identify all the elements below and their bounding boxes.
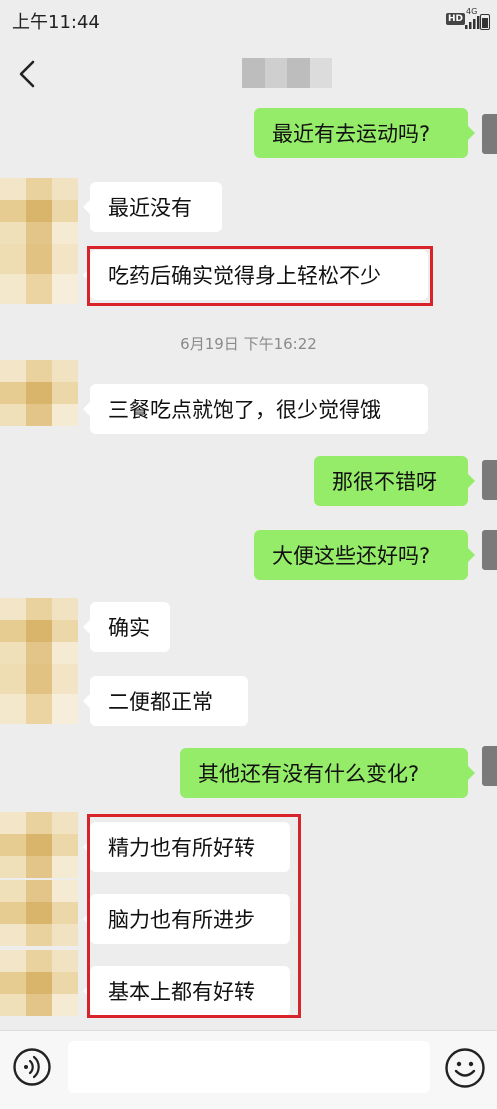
voice-icon[interactable]	[12, 1047, 52, 1087]
battery-icon	[480, 14, 490, 30]
avatar-contact[interactable]	[0, 950, 78, 1016]
message-input[interactable]	[68, 1041, 430, 1093]
avatar-contact[interactable]	[0, 598, 78, 664]
avatar-contact[interactable]	[0, 880, 78, 946]
highlight-box	[87, 814, 301, 1018]
avatar-contact[interactable]	[0, 664, 78, 724]
avatar-self[interactable]	[482, 746, 497, 786]
avatar-contact[interactable]	[0, 812, 78, 878]
message-bubble-outgoing[interactable]: 那很不错呀	[314, 456, 475, 506]
message-bubble-incoming[interactable]: 三餐吃点就饱了，很少觉得饿	[83, 384, 428, 434]
avatar-contact[interactable]	[0, 360, 78, 426]
avatar-self[interactable]	[482, 530, 497, 570]
hd-badge: HD	[446, 13, 466, 25]
message-timestamp: 6月19日 下午16:22	[180, 335, 317, 353]
emoji-icon[interactable]	[444, 1047, 486, 1089]
avatar-contact[interactable]	[0, 244, 78, 304]
message-bubble-outgoing[interactable]: 其他还有没有什么变化?	[180, 748, 475, 798]
chat-header	[0, 44, 497, 104]
avatar-contact[interactable]	[0, 178, 78, 244]
message-bubble-incoming[interactable]: 最近没有	[83, 182, 222, 232]
contact-name-blurred	[242, 58, 332, 88]
message-bubble-incoming[interactable]: 二便都正常	[83, 676, 248, 726]
signal-icon	[465, 16, 480, 29]
message-bubble-outgoing[interactable]: 最近有去运动吗?	[254, 108, 475, 158]
message-bubble-incoming[interactable]: 确实	[83, 602, 170, 652]
message-bubble-outgoing[interactable]: 大便这些还好吗?	[254, 530, 475, 580]
avatar-self[interactable]	[482, 114, 497, 154]
avatar-self[interactable]	[482, 460, 497, 500]
input-bar	[0, 1030, 497, 1109]
status-bar: 上午11:44 HD 4G	[0, 0, 497, 44]
highlight-box	[87, 246, 433, 306]
back-chevron-icon[interactable]	[14, 58, 42, 90]
status-time: 上午11:44	[12, 12, 100, 33]
